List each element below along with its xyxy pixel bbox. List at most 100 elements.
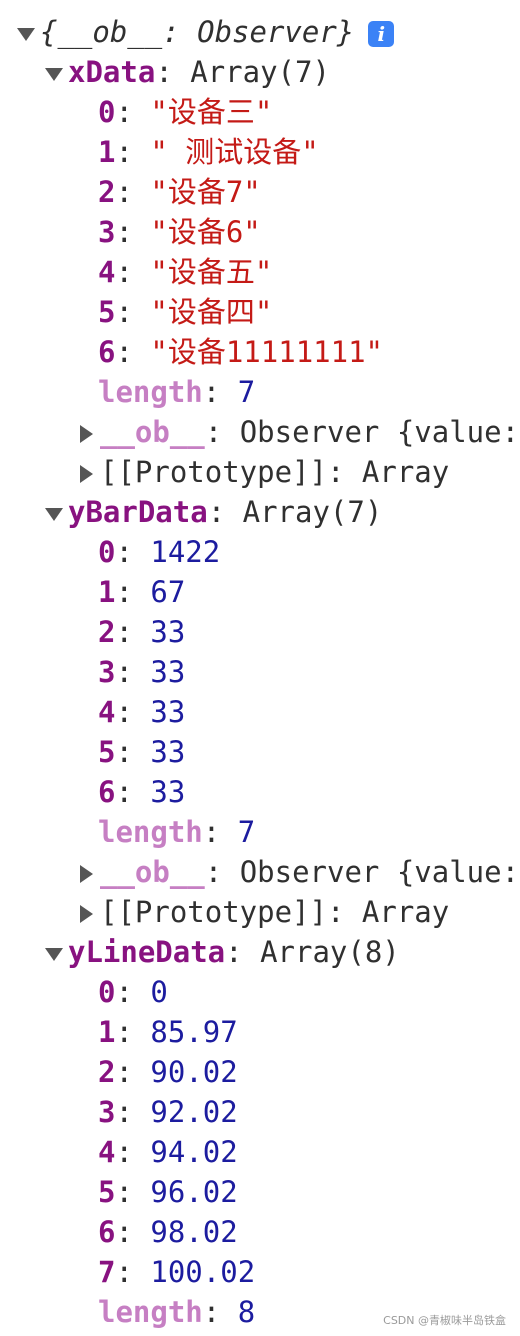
array-item-row: 0: 0: [0, 972, 520, 1012]
expand-toggle[interactable]: [12, 12, 40, 52]
triangle-down-icon: [17, 27, 35, 41]
array-index: 2: [98, 175, 116, 209]
array-item-row: 2: 33: [0, 612, 520, 652]
xData-row[interactable]: xData: Array(7): [0, 52, 520, 92]
array-item-row: 3: "设备6": [0, 212, 520, 252]
separator: :: [115, 615, 151, 649]
array-item-row: 4: "设备五": [0, 252, 520, 292]
separator: :: [115, 1175, 151, 1209]
yBarData-row[interactable]: yBarData: Array(7): [0, 492, 520, 532]
info-icon[interactable]: i: [368, 21, 395, 47]
array-index: 1: [98, 575, 116, 609]
array-item-row: 7: 100.02: [0, 1252, 520, 1292]
ob-key: __ob__: [100, 415, 205, 449]
yLineData-row[interactable]: yLineData: Array(8): [0, 932, 520, 972]
ob-row[interactable]: __ob__: Observer {value:: [0, 412, 520, 452]
prototype-row[interactable]: [[Prototype]]: Array: [0, 892, 520, 932]
separator: :: [225, 935, 261, 969]
array-summary: Array(7): [242, 495, 383, 529]
array-index: 0: [98, 975, 116, 1009]
prototype-value: Array: [361, 455, 450, 489]
array-index: 1: [98, 1015, 116, 1049]
expand-toggle[interactable]: [72, 452, 100, 492]
separator: :: [115, 1255, 151, 1289]
array-summary: Array(8): [260, 935, 400, 969]
separator: :: [115, 1015, 151, 1049]
array-index: 6: [98, 1215, 116, 1249]
array-index: 7: [98, 1255, 116, 1289]
separator: :: [115, 1135, 151, 1169]
ob-value: Observer {value:: [239, 415, 520, 449]
array-value: 1422: [150, 535, 221, 569]
devtools-console-object-tree: {__ob__: Observer} i xData: Array(7) 0: "…: [0, 12, 520, 1336]
array-value: "设备三": [150, 95, 273, 129]
property-key: yLineData: [68, 935, 226, 969]
array-item-row: 2: 90.02: [0, 1052, 520, 1092]
triangle-right-icon: [79, 865, 93, 883]
separator: :: [115, 975, 151, 1009]
expand-toggle[interactable]: [40, 932, 68, 972]
array-index: 4: [98, 255, 116, 289]
array-value: 33: [150, 655, 186, 689]
array-item-row: 0: "设备三": [0, 92, 520, 132]
array-index: 5: [98, 1175, 116, 1209]
triangle-right-icon: [79, 465, 93, 483]
array-index: 4: [98, 695, 116, 729]
array-value: 96.02: [150, 1175, 238, 1209]
array-index: 6: [98, 775, 116, 809]
separator: :: [115, 175, 151, 209]
array-value: "设备7": [150, 175, 261, 209]
separator: :: [115, 1095, 151, 1129]
prototype-key: [[Prototype]]: [100, 895, 327, 929]
triangle-right-icon: [79, 425, 93, 443]
array-item-row: 5: 96.02: [0, 1172, 520, 1212]
root-object-row[interactable]: {__ob__: Observer} i: [0, 12, 520, 52]
array-index: 5: [98, 295, 116, 329]
array-item-row: 4: 33: [0, 692, 520, 732]
separator: :: [115, 655, 151, 689]
array-index: 2: [98, 1055, 116, 1089]
separator: :: [115, 1215, 151, 1249]
separator: :: [202, 815, 238, 849]
array-value: 33: [150, 695, 186, 729]
length-key: length: [98, 815, 203, 849]
array-value: "设备四": [150, 295, 273, 329]
expand-toggle[interactable]: [40, 52, 68, 92]
separator: :: [202, 1295, 238, 1329]
array-value: " 测试设备": [150, 135, 319, 169]
array-index: 3: [98, 215, 116, 249]
array-value: 67: [150, 575, 186, 609]
triangle-down-icon: [45, 947, 63, 961]
triangle-down-icon: [45, 507, 63, 521]
separator: :: [115, 295, 151, 329]
length-key: length: [98, 375, 203, 409]
array-index: 6: [98, 335, 116, 369]
length-key: length: [98, 1295, 203, 1329]
separator: :: [202, 375, 238, 409]
array-value: 100.02: [150, 1255, 256, 1289]
prototype-row[interactable]: [[Prototype]]: Array: [0, 452, 520, 492]
array-item-row: 3: 33: [0, 652, 520, 692]
separator: :: [115, 1055, 151, 1089]
array-index: 3: [98, 655, 116, 689]
separator: :: [204, 415, 240, 449]
array-item-row: 6: 98.02: [0, 1212, 520, 1252]
ob-row[interactable]: __ob__: Observer {value:: [0, 852, 520, 892]
array-item-row: 4: 94.02: [0, 1132, 520, 1172]
array-index: 3: [98, 1095, 116, 1129]
ob-value: Observer {value:: [239, 855, 520, 889]
array-item-row: 1: " 测试设备": [0, 132, 520, 172]
array-item-row: 0: 1422: [0, 532, 520, 572]
array-value: "设备五": [150, 255, 273, 289]
watermark: CSDN @青椒味半岛铁盒: [383, 1314, 506, 1327]
expand-toggle[interactable]: [72, 852, 100, 892]
expand-toggle[interactable]: [72, 412, 100, 452]
expand-toggle[interactable]: [40, 492, 68, 532]
array-item-row: 2: "设备7": [0, 172, 520, 212]
expand-toggle[interactable]: [72, 892, 100, 932]
array-value: 98.02: [150, 1215, 238, 1249]
array-item-row: 1: 85.97: [0, 1012, 520, 1052]
prototype-key: [[Prototype]]: [100, 455, 327, 489]
length-value: 8: [237, 1295, 256, 1329]
array-index: 0: [98, 95, 116, 129]
